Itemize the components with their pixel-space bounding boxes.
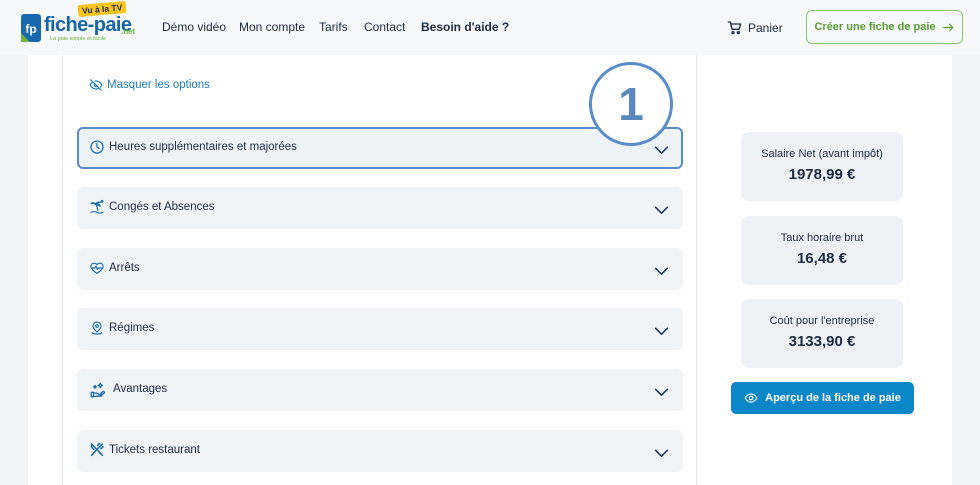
step-annotation-marker: 1	[589, 62, 673, 146]
nav-tarifs[interactable]: Tarifs	[319, 0, 348, 55]
svg-text:fp: fp	[25, 22, 36, 36]
logo-tagline: La paie simple et facile	[50, 36, 106, 42]
stat-value: 16,48 €	[796, 250, 848, 267]
stat-card-employer-cost: Coût pour l'entreprise 3133,90 €	[741, 299, 903, 368]
preview-payslip-button[interactable]: Aperçu de la fiche de paie	[731, 382, 914, 414]
chevron-down-icon	[654, 327, 669, 336]
hide-options-toggle[interactable]: Masquer les options	[89, 78, 210, 92]
stat-label: Salaire Net (avant impôt)	[761, 148, 883, 160]
stat-value: 3133,90 €	[788, 333, 856, 350]
section-label: Heures supplémentaires et majorées	[109, 141, 297, 153]
chevron-down-icon	[654, 206, 669, 215]
section-conges-absences[interactable]: Congés et Absences	[77, 187, 683, 229]
map-pin-icon	[89, 320, 105, 336]
stat-label: Coût pour l'entreprise	[769, 315, 875, 327]
nav-mon-compte[interactable]: Mon compte	[239, 0, 305, 55]
stat-card-hourly-rate: Taux horaire brut 16,48 €	[741, 216, 903, 285]
palm-tree-icon	[89, 199, 105, 215]
site-logo[interactable]: fp fiche-paie Vu à la TV .net La paie si…	[20, 0, 142, 51]
eye-slash-icon	[89, 78, 103, 92]
section-label: Régimes	[109, 322, 155, 334]
section-label: Avantages	[113, 383, 168, 395]
section-label: Arrêts	[109, 262, 140, 274]
chevron-down-icon	[654, 388, 669, 397]
stat-label: Taux horaire brut	[780, 232, 864, 244]
nav-contact[interactable]: Contact	[364, 0, 405, 55]
chevron-down-icon	[654, 267, 669, 276]
chevron-down-icon	[654, 146, 669, 155]
nav-demo-video[interactable]: Démo vidéo	[162, 0, 226, 55]
logo-name: fiche-paie	[44, 14, 132, 36]
stat-card-net-salary: Salaire Net (avant impôt) 1978,99 €	[741, 132, 903, 201]
stat-value: 1978,99 €	[788, 166, 856, 183]
section-heures-supplementaires[interactable]: Heures supplémentaires et majorées	[77, 127, 683, 169]
clock-icon	[89, 139, 105, 155]
hide-options-label: Masquer les options	[107, 79, 210, 91]
create-payslip-button[interactable]: Créer une fiche de paie	[806, 10, 963, 44]
section-tickets-restaurant[interactable]: Tickets restaurant	[77, 430, 683, 472]
sparkle-hand-icon	[89, 381, 106, 398]
section-label: Tickets restaurant	[109, 444, 200, 456]
cart-label: Panier	[748, 20, 783, 35]
logo-suffix: .net	[121, 27, 136, 36]
section-regimes[interactable]: Régimes	[77, 308, 683, 350]
nav-besoin-aide[interactable]: Besoin d'aide ?	[421, 0, 509, 55]
section-arrets[interactable]: Arrêts	[77, 248, 683, 290]
eye-icon	[744, 391, 758, 405]
logo-mark-icon: fp	[20, 13, 42, 43]
heart-pulse-icon	[89, 260, 105, 276]
section-avantages[interactable]: Avantages	[77, 369, 683, 411]
create-payslip-label: Créer une fiche de paie	[814, 21, 936, 33]
cart-link[interactable]: Panier	[727, 0, 783, 55]
cart-icon	[727, 20, 743, 36]
preview-payslip-label: Aperçu de la fiche de paie	[765, 392, 901, 404]
chevron-down-icon	[654, 449, 669, 458]
section-label: Congés et Absences	[109, 201, 215, 213]
fork-knife-icon	[89, 442, 105, 458]
site-header: fp fiche-paie Vu à la TV .net La paie si…	[0, 0, 980, 55]
arrow-right-icon	[942, 21, 955, 34]
